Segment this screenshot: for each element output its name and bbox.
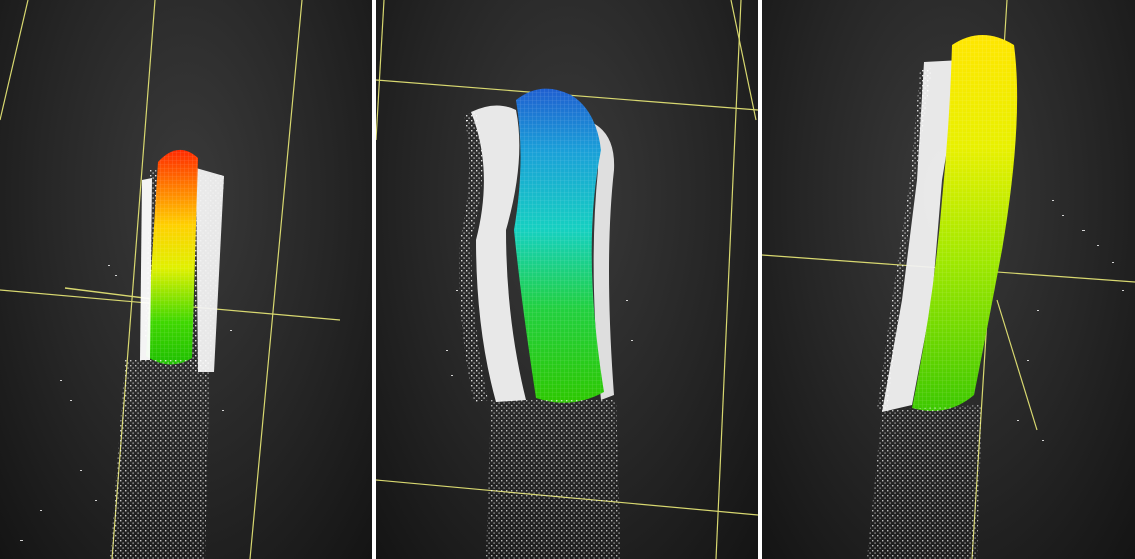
- scene-2: [376, 0, 758, 559]
- guide-line: [249, 0, 303, 559]
- guide-line: [715, 0, 742, 559]
- point-cloud-view-3: [762, 0, 1135, 559]
- point-cloud-trail: [867, 405, 982, 559]
- scene-1: [0, 0, 341, 559]
- noise-points: [1017, 200, 1124, 441]
- point-cloud-trail: [110, 360, 210, 559]
- guide-line: [996, 299, 1038, 431]
- point-cloud-trail: [486, 400, 621, 559]
- guide-line: [376, 0, 385, 141]
- point-cloud-view-2: [376, 0, 758, 559]
- scene-3: [762, 0, 1135, 559]
- guide-line: [730, 0, 757, 121]
- figure-strip: [0, 0, 1135, 559]
- point-cloud-view-1: [0, 0, 372, 559]
- guide-line: [0, 0, 29, 121]
